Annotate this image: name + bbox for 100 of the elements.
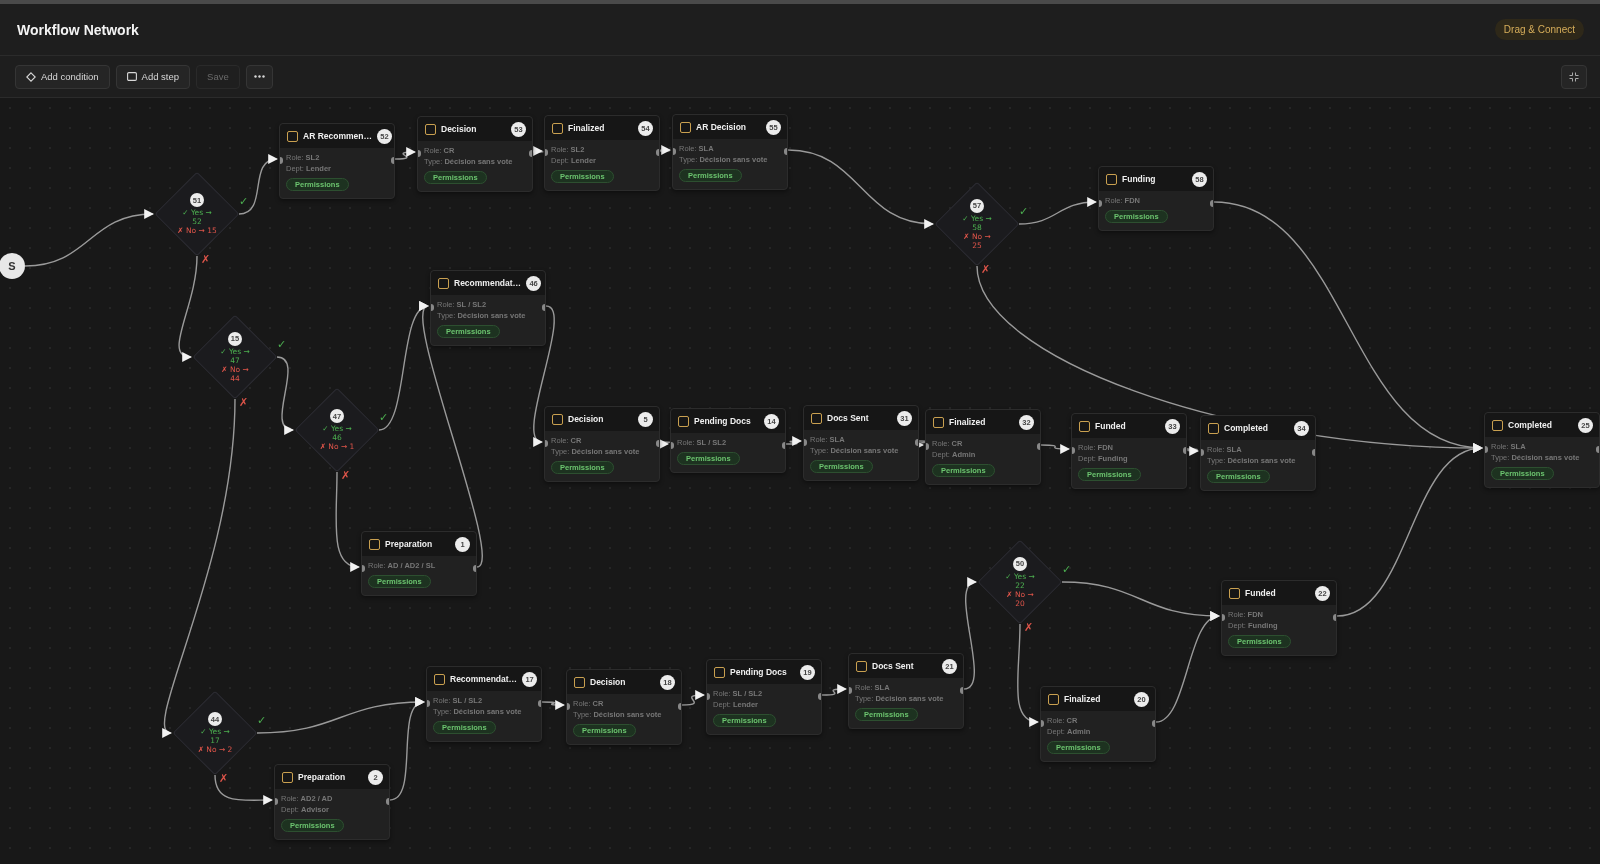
connector-arrow [541,700,565,710]
connection-handle[interactable] [362,565,365,572]
connector-arrow [785,436,802,446]
connector-arrow [659,145,671,155]
connection-handle[interactable] [1072,447,1075,454]
connection-handle[interactable] [804,439,807,446]
connection-handle[interactable] [1222,614,1225,621]
connector-arrow [531,146,544,156]
start-node[interactable]: S [0,253,25,279]
step-title: Finalized [1064,694,1102,704]
connection-handle[interactable] [671,442,674,449]
connection-handle[interactable] [1037,443,1040,450]
connector-arrow [681,690,705,706]
yes-mark: ✓ [257,715,267,726]
step-title: Completed [1508,420,1553,430]
square-icon [933,416,944,428]
connection-handle[interactable] [275,798,278,805]
connection-handle[interactable] [849,687,852,694]
connection-handle[interactable] [656,149,659,156]
connection-handle[interactable] [960,687,963,694]
connection-handle[interactable] [418,150,421,157]
step-title: Finalized [568,123,606,133]
connection-handle[interactable] [915,439,918,446]
yes-mark: ✓ [277,339,287,350]
square-icon [282,771,293,783]
square-icon [811,412,822,424]
connection-handle[interactable] [1333,614,1336,621]
step-title: Recommendat… [454,278,522,288]
square-icon [1079,420,1090,432]
add-condition-button[interactable]: Add condition [15,64,110,89]
connection-handle[interactable] [782,442,785,449]
yes-mark: ✓ [1019,206,1029,217]
connection-handle[interactable] [1596,446,1599,453]
square-icon [1106,173,1117,185]
connection-handle[interactable] [567,703,570,710]
add-step-button[interactable]: Add step [115,64,191,89]
square-icon [552,122,563,134]
step-title: Pending Docs [694,416,752,426]
connection-handle[interactable] [529,150,532,157]
step-title: AR Recommen… [303,131,372,141]
connection-handle[interactable] [1312,449,1315,456]
no-mark: ✗ [239,397,249,408]
step-title: Recommendat… [450,674,518,684]
connection-handle[interactable] [707,693,710,700]
square-icon [680,121,691,133]
connection-handle[interactable] [391,157,394,164]
connection-handle[interactable] [538,700,541,707]
step-title: Pending Docs [730,667,788,677]
connection-handle[interactable] [656,440,659,447]
square-icon [369,538,380,550]
connection-handle[interactable] [427,700,430,707]
connection-handle[interactable] [926,443,929,450]
connection-handle[interactable] [386,798,389,805]
connection-handle[interactable] [1201,449,1204,456]
connector-arrow [214,774,273,805]
square-icon [1208,422,1219,434]
square-icon [126,72,137,81]
connection-handle[interactable] [1183,447,1186,454]
step-title: Preparation [298,772,347,782]
connection-handle[interactable] [818,693,821,700]
yes-mark: ✓ [379,412,389,423]
square-icon [678,415,689,427]
no-mark: ✗ [981,264,991,275]
connection-handle[interactable] [1210,200,1213,207]
connection-handle[interactable] [545,149,548,156]
connection-handle[interactable] [1485,446,1488,453]
no-mark: ✗ [1024,622,1034,633]
connection-handle[interactable] [280,157,283,164]
diamond-icon [26,71,36,82]
connector-arrow [394,147,416,160]
step-title: Decision [568,414,605,424]
square-icon [856,660,867,672]
step-title: Funded [1095,421,1127,431]
connector-arrow [657,439,671,449]
step-title: Funded [1245,588,1277,598]
connection-handle[interactable] [1099,200,1102,207]
square-icon [1229,587,1240,599]
square-icon [1492,419,1503,431]
step-title: AR Decision [696,122,748,132]
square-icon [1048,693,1059,705]
connector-arrow [238,155,278,215]
step-title: Completed [1224,423,1269,433]
square-icon [574,676,585,688]
connection-handle[interactable] [784,148,787,155]
yes-mark: ✓ [239,196,249,207]
square-icon [425,123,436,135]
step-title: Finalized [949,417,987,427]
connection-handle[interactable] [673,148,676,155]
collapse-icon [1569,71,1579,82]
connector-arrow [821,684,847,696]
more-button[interactable] [245,64,273,89]
connection-handle[interactable] [678,703,681,710]
no-mark: ✗ [219,773,229,784]
step-title: Docs Sent [872,661,915,671]
connection-handle[interactable] [1152,720,1155,727]
more-icon [253,75,265,78]
no-mark: ✗ [341,470,351,481]
connection-handle[interactable] [1041,720,1044,727]
collapse-button[interactable] [1561,64,1587,89]
square-icon [714,666,725,678]
